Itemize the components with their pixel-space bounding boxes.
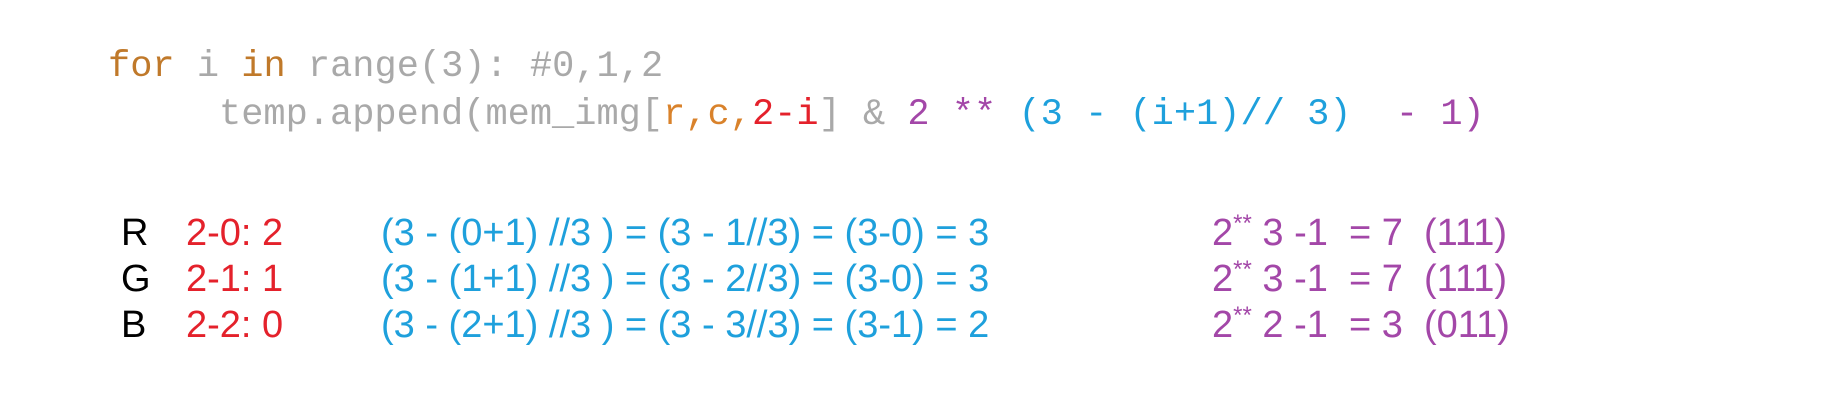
exponent-expr: (3 - (i+1)// 3) xyxy=(996,94,1374,136)
exponent-calc-b: (3 - (2+1) //3 ) = (3 - 3//3) = (3-1) = … xyxy=(381,304,990,346)
power-base: 2 ** xyxy=(907,94,997,136)
power-operator: ** xyxy=(1233,256,1252,283)
channel-label-b: B xyxy=(121,304,147,346)
channel-index-b: 2-2: 0 xyxy=(186,304,284,346)
append-call: temp.append(mem_img[ xyxy=(219,94,664,136)
mask-result-b: 2** 2 -1 = 3 (011) xyxy=(1212,304,1510,346)
index-r: r xyxy=(663,94,686,136)
channel-i: i xyxy=(796,94,819,136)
loop-variable: i xyxy=(174,46,242,88)
code-line-for: for i in range(3): #0,1,2 xyxy=(108,49,663,86)
mask-base: 2 xyxy=(1212,212,1234,254)
channel-index-g: 2-1: 1 xyxy=(186,258,284,300)
mask-result-g: 2** 3 -1 = 7 (111) xyxy=(1212,258,1508,300)
mask-result-r: 2** 3 -1 = 7 (111) xyxy=(1212,212,1508,254)
channel-label-r: R xyxy=(121,212,149,254)
range-call: range(3): xyxy=(285,46,530,88)
channel-label-g: G xyxy=(121,258,151,300)
power-operator: ** xyxy=(1233,210,1252,237)
channel-offset: 2- xyxy=(751,94,797,136)
bitwise-and: ] & xyxy=(818,94,908,136)
mask-value: 3 -1 = 7 (111) xyxy=(1251,258,1508,300)
code-line-append: temp.append(mem_img[r,c,2-i] & 2 ** (3 -… xyxy=(219,97,1485,134)
keyword-for: for xyxy=(108,46,175,88)
comma: , xyxy=(685,94,708,136)
mask-base: 2 xyxy=(1212,258,1234,300)
keyword-in: in xyxy=(241,46,286,88)
code-comment: #0,1,2 xyxy=(529,46,664,88)
mask-value: 3 -1 = 7 (111) xyxy=(1251,212,1508,254)
index-c: c xyxy=(707,94,730,136)
minus-one: - 1) xyxy=(1373,94,1485,136)
comma: , xyxy=(729,94,752,136)
power-operator: ** xyxy=(1233,302,1252,329)
mask-base: 2 xyxy=(1212,304,1234,346)
exponent-calc-r: (3 - (0+1) //3 ) = (3 - 1//3) = (3-0) = … xyxy=(381,212,990,254)
exponent-calc-g: (3 - (1+1) //3 ) = (3 - 2//3) = (3-0) = … xyxy=(381,258,990,300)
mask-value: 2 -1 = 3 (011) xyxy=(1251,304,1510,346)
channel-index-r: 2-0: 2 xyxy=(186,212,284,254)
